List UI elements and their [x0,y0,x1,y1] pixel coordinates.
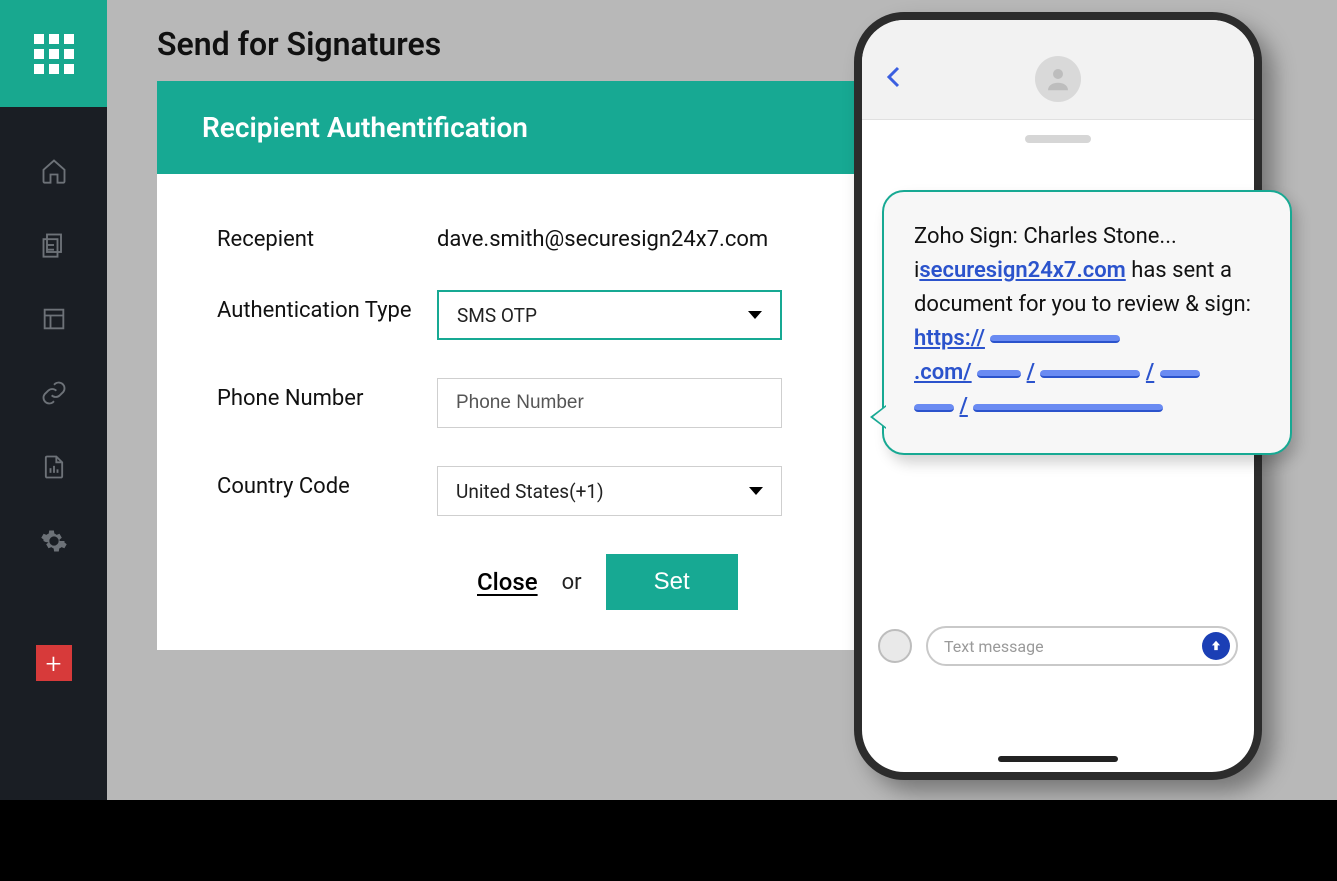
auth-type-value: SMS OTP [457,304,537,327]
reports-icon[interactable] [40,453,68,481]
auth-type-select[interactable]: SMS OTP [437,290,782,340]
phone-label: Phone Number [217,378,437,411]
recipient-auth-modal: Recipient Authentification Recepient dav… [157,81,857,650]
settings-icon[interactable] [40,527,68,555]
templates-icon[interactable] [40,305,68,333]
new-button[interactable]: + [36,645,72,681]
home-icon[interactable] [40,157,68,185]
recipient-label: Recepient [217,219,437,252]
text-message-placeholder: Text message [944,637,1044,656]
home-indicator [998,756,1118,762]
sms-message: Zoho Sign: Charles Stone... isecuresign2… [882,190,1292,455]
chevron-down-icon [748,311,762,319]
phone-back-icon[interactable] [886,65,900,95]
camera-icon[interactable] [878,629,912,663]
sidebar: + [0,0,107,800]
send-icon[interactable] [1202,632,1230,660]
phone-input[interactable] [437,378,782,428]
country-select[interactable]: United States(+1) [437,466,782,516]
grid-icon [34,34,74,74]
contact-avatar-icon [1035,56,1081,102]
chevron-down-icon [749,487,763,495]
set-button[interactable]: Set [606,554,738,610]
app-switcher[interactable] [0,0,107,107]
msg-domain-link[interactable]: securesign24x7.com [919,258,1125,283]
or-text: or [562,570,582,595]
recipient-value: dave.smith@securesign24x7.com [437,219,797,252]
country-label: Country Code [217,466,437,499]
auth-type-label: Authentication Type [217,290,437,323]
documents-icon[interactable] [40,231,68,259]
phone-mockup: Zoho Sign: Charles Stone... isecuresign2… [854,12,1262,780]
text-message-input[interactable]: Text message [926,626,1238,666]
msg-text: Zoho Sign: Charles Stone... isecuresign2… [914,224,1251,419]
modal-title: Recipient Authentification [157,81,857,174]
msg-url-link[interactable]: https:// [914,326,985,351]
close-button[interactable]: Close [477,568,538,596]
link-icon[interactable] [40,379,68,407]
country-value: United States(+1) [456,480,604,503]
